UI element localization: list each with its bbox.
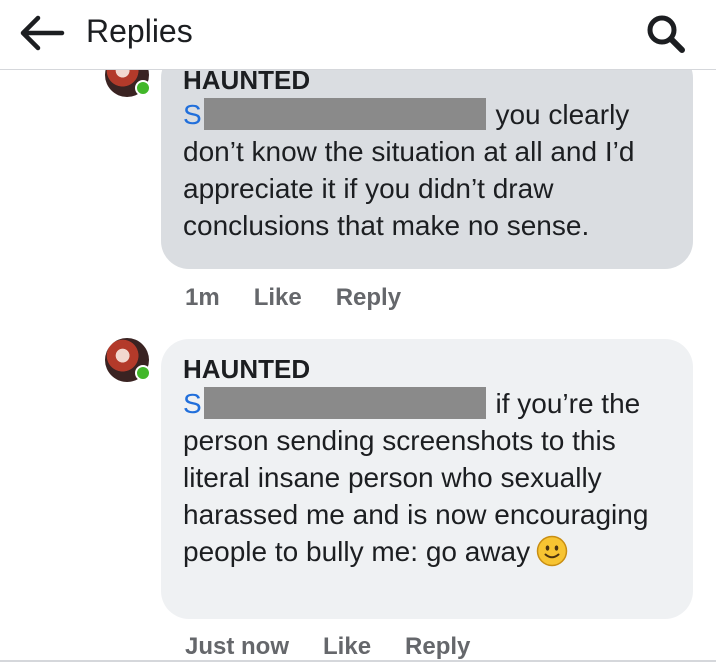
- avatar[interactable]: [105, 338, 151, 382]
- page-title: Replies: [86, 13, 193, 49]
- comment-timestamp: Just now: [185, 633, 290, 660]
- app-header: Replies: [0, 0, 716, 70]
- like-button[interactable]: Like: [323, 633, 371, 660]
- arrow-left-icon: [20, 15, 65, 51]
- divider: [0, 660, 716, 662]
- online-status-dot: [135, 365, 151, 381]
- comment-text: S if you’re the person sending screensho…: [183, 385, 671, 576]
- reply-button[interactable]: Reply: [336, 284, 401, 311]
- search-icon: [647, 15, 685, 53]
- online-status-dot: [135, 80, 151, 96]
- slightly-smiling-face-icon: [536, 535, 568, 576]
- mention-link[interactable]: S: [183, 99, 202, 130]
- comment-bubble[interactable]: HAUNTED S you clearly don’t know the sit…: [161, 50, 693, 269]
- comment-bubble[interactable]: HAUNTED S if you’re the person sending s…: [161, 339, 693, 619]
- redaction-box: [203, 387, 486, 419]
- mention-link[interactable]: S: [183, 388, 202, 419]
- back-button[interactable]: [16, 12, 66, 54]
- comment-author[interactable]: HAUNTED: [183, 353, 671, 385]
- comment-actions: Just now Like Reply: [185, 632, 504, 662]
- reply-button[interactable]: Reply: [405, 633, 470, 660]
- comment-timestamp: 1m: [185, 284, 220, 311]
- comment-text: S you clearly don’t know the situation a…: [183, 96, 671, 244]
- comment-actions: 1m Like Reply: [185, 283, 435, 313]
- redaction-box: [203, 98, 486, 130]
- like-button[interactable]: Like: [254, 284, 302, 311]
- search-button[interactable]: [644, 12, 688, 54]
